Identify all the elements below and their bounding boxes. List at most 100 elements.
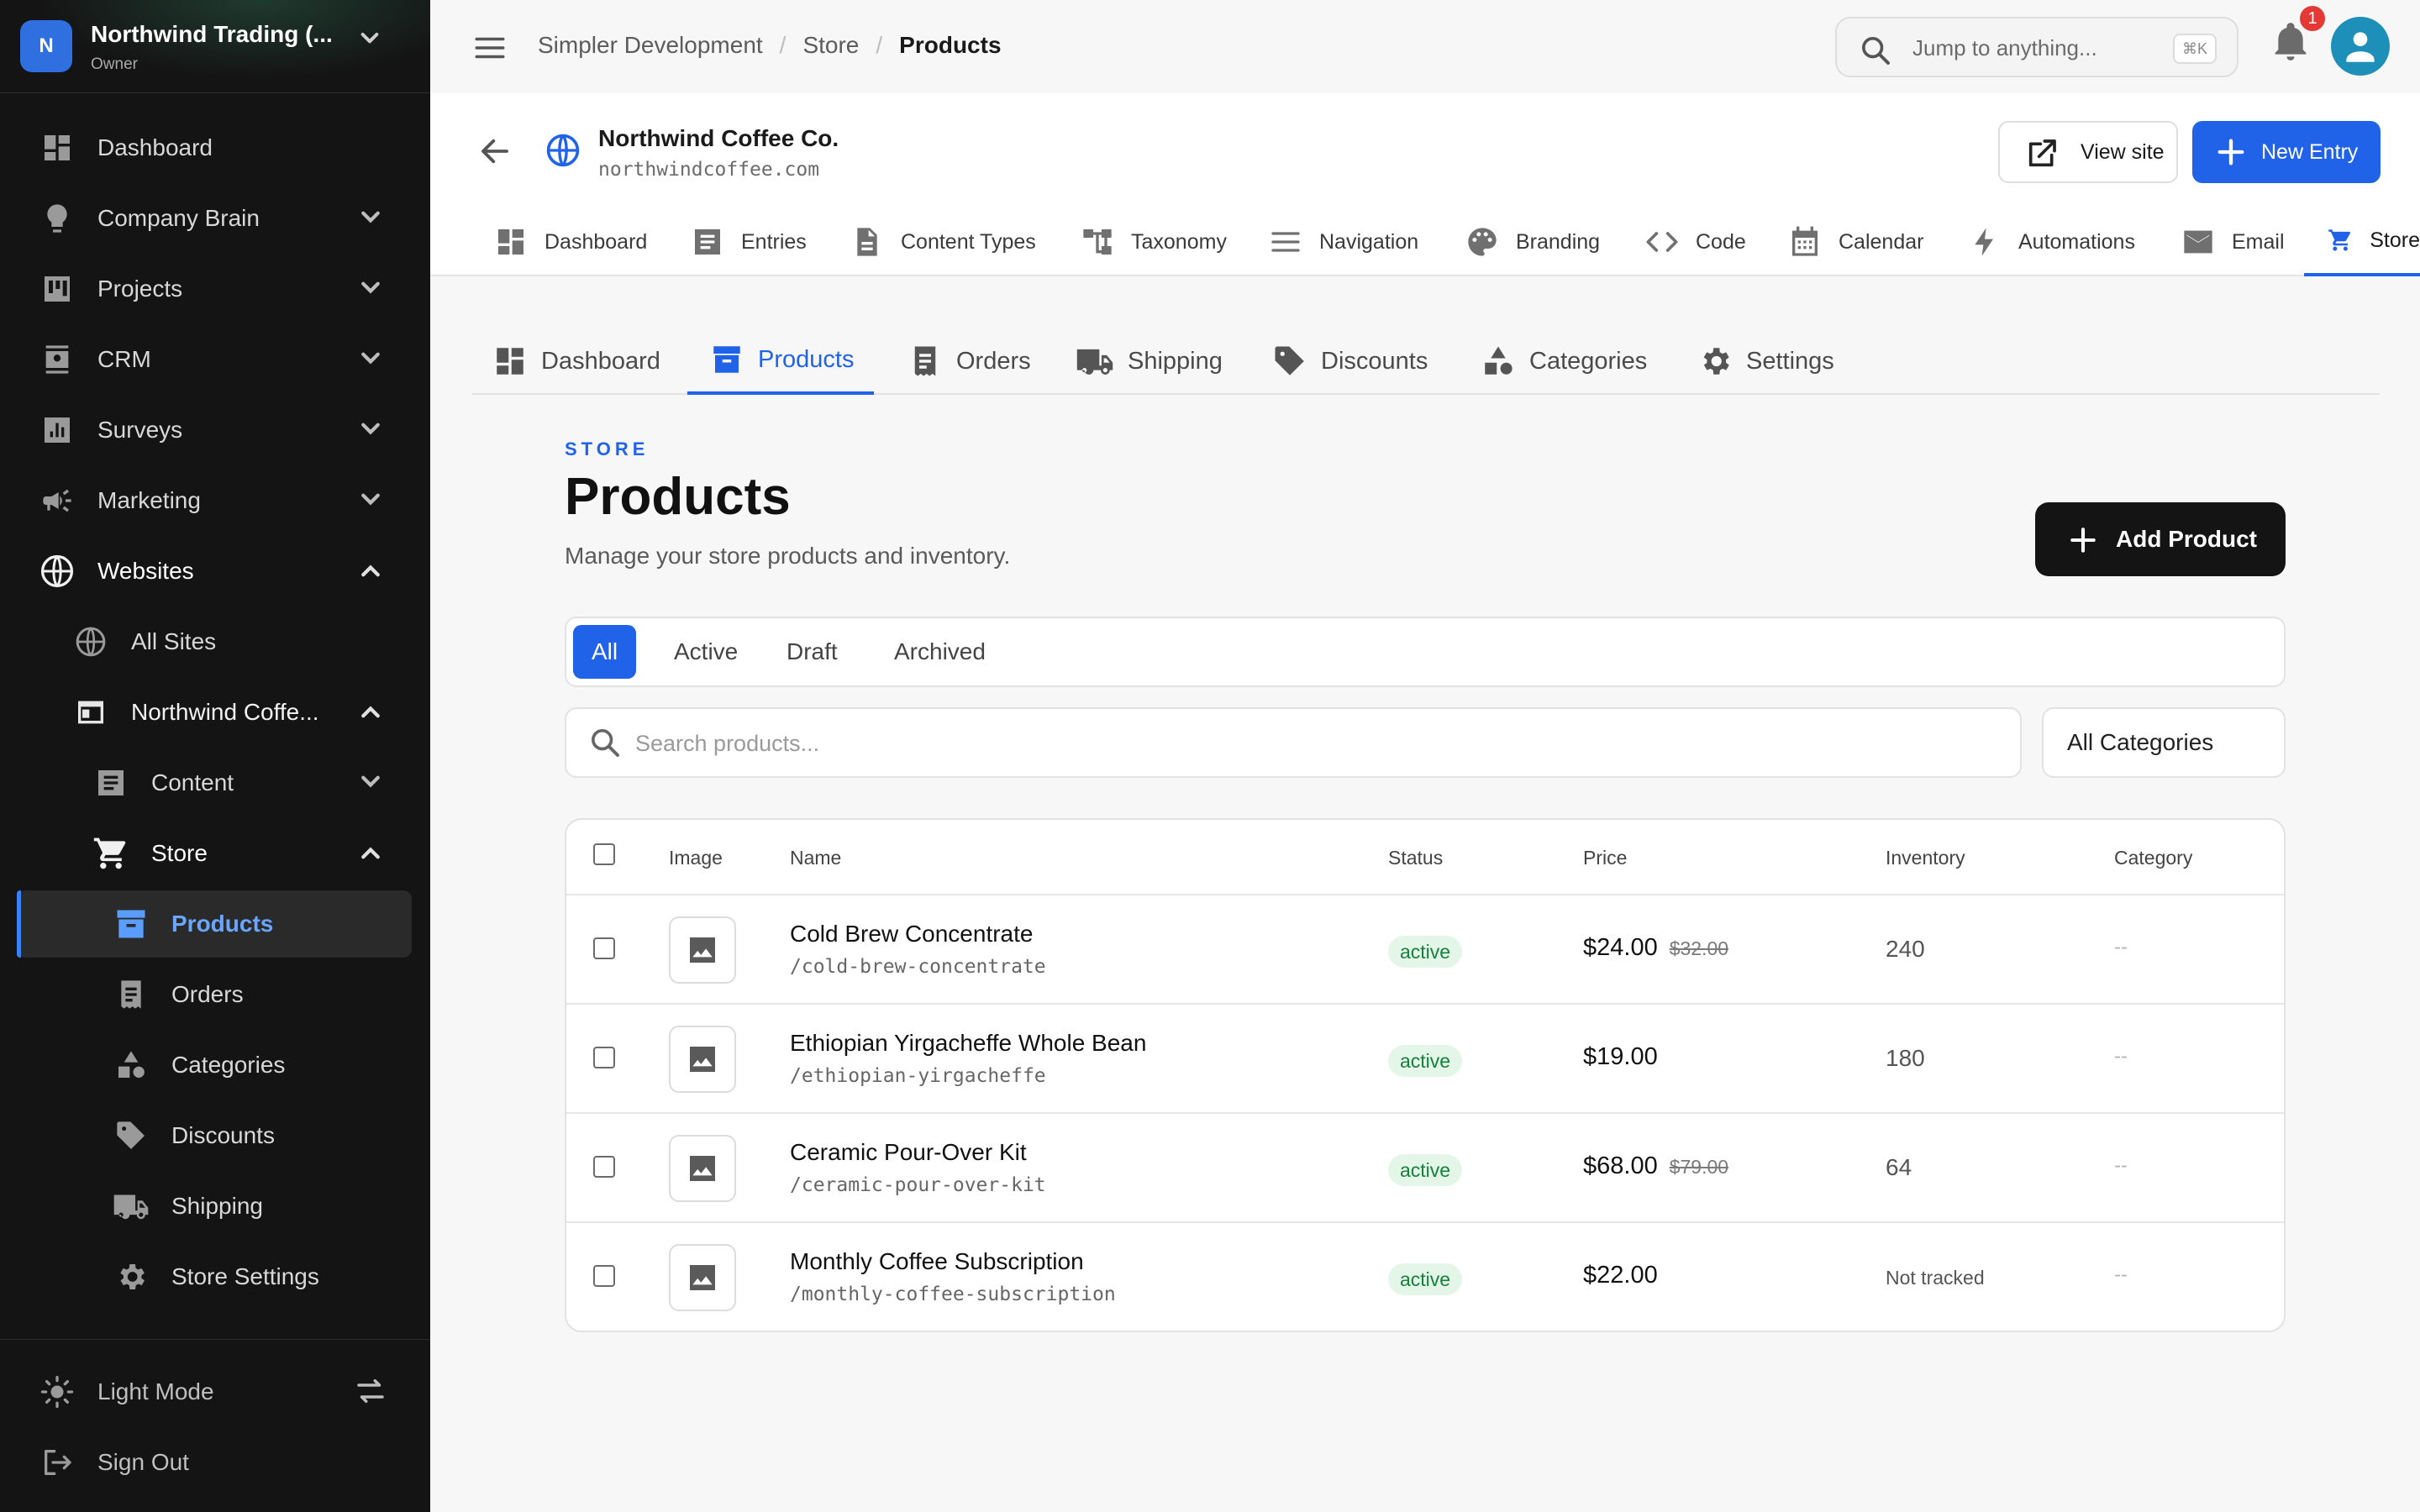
sidebar-item-products[interactable]: Products (17, 890, 412, 958)
site-tab-dashboard[interactable]: Dashboard (494, 207, 647, 276)
table-row[interactable]: Cold Brew Concentrate /cold-brew-concent… (566, 894, 2284, 1003)
store-tab-label: Products (758, 345, 855, 373)
site-tab-store[interactable]: Store (2304, 207, 2420, 276)
store-tab-discounts[interactable]: Discounts (1272, 328, 1428, 395)
site-tab-content-types[interactable]: Content Types (850, 207, 1036, 276)
product-price: $19.00 (1583, 1043, 1670, 1071)
global-search[interactable]: Jump to anything... ⌘K (1835, 17, 2238, 77)
store-tab-categories[interactable]: Categories (1481, 328, 1647, 395)
site-tab-automations[interactable]: Automations (1968, 207, 2135, 276)
category-filter-select[interactable]: All Categories (2042, 707, 2286, 778)
hamburger-menu-icon[interactable] (472, 30, 508, 66)
site-tab-navigation[interactable]: Navigation (1269, 207, 1418, 276)
shapes-icon (1485, 346, 1512, 375)
poll-icon (39, 412, 76, 449)
site-tab-branding[interactable]: Branding (1465, 207, 1600, 276)
column-header-inventory[interactable]: Inventory (1886, 847, 1965, 869)
image-icon (690, 1156, 715, 1181)
column-header-category[interactable]: Category (2114, 847, 2192, 869)
row-checkbox[interactable] (593, 1156, 615, 1178)
sidebar-item-websites[interactable]: Websites (0, 544, 430, 598)
sidebar-item-store-settings[interactable]: Store Settings (0, 1250, 430, 1304)
product-name[interactable]: Ceramic Pour-Over Kit (790, 1139, 1027, 1166)
column-header-status[interactable]: Status (1388, 847, 1443, 869)
sidebar-item-categories[interactable]: Categories (0, 1038, 430, 1092)
product-name[interactable]: Cold Brew Concentrate (790, 921, 1033, 948)
sidebar-item-shipping[interactable]: Shipping (0, 1179, 430, 1233)
store-tab-products[interactable]: Products (687, 328, 875, 395)
store-tab-shipping[interactable]: Shipping (1076, 328, 1223, 395)
sidebar-item-all-sites[interactable]: All Sites (0, 615, 430, 669)
select-all-checkbox[interactable] (593, 843, 615, 865)
filter-draft[interactable]: Draft (768, 625, 856, 679)
sidebar-item-discounts[interactable]: Discounts (0, 1109, 430, 1163)
sidebar-item-surveys[interactable]: Surveys (0, 403, 430, 457)
row-checkbox[interactable] (593, 1265, 615, 1287)
inventory-count: Not tracked (1886, 1267, 1985, 1289)
chevron-down-icon (361, 493, 380, 506)
row-checkbox[interactable] (593, 937, 615, 959)
user-avatar[interactable] (2331, 17, 2390, 76)
product-thumbnail (669, 916, 736, 984)
inventory-count: 180 (1886, 1045, 1925, 1071)
sidebar-item-label: Websites (97, 558, 194, 584)
site-header: Northwind Coffee Co. northwindcoffee.com… (430, 93, 2420, 276)
swap-icon (357, 1379, 384, 1403)
sidebar-item-site-northwind[interactable]: Northwind Coffe... (0, 685, 430, 739)
product-search-input[interactable]: Search products... (565, 707, 2022, 778)
store-tab-settings[interactable]: Settings (1697, 328, 1834, 395)
sidebar-item-dashboard[interactable]: Dashboard (0, 121, 430, 175)
sign-out-button[interactable]: Sign Out (0, 1436, 430, 1489)
product-name[interactable]: Ethiopian Yirgacheffe Whole Bean (790, 1030, 1146, 1057)
document-icon (857, 228, 877, 256)
product-name[interactable]: Monthly Coffee Subscription (790, 1248, 1084, 1275)
sidebar-item-orders[interactable]: Orders (0, 968, 430, 1021)
sidebar-item-crm[interactable]: CRM (0, 333, 430, 386)
site-tab-calendar[interactable]: Calendar (1788, 207, 1923, 276)
site-tab-label: Calendar (1839, 229, 1924, 254)
filter-active[interactable]: Active (655, 625, 756, 679)
sidebar-item-company-brain[interactable]: Company Brain (0, 192, 430, 245)
breadcrumb-current: Products (899, 32, 1002, 58)
site-tab-entries[interactable]: Entries (691, 207, 807, 276)
filter-archived[interactable]: Archived (876, 625, 1004, 679)
site-tab-taxonomy[interactable]: Taxonomy (1081, 207, 1227, 276)
site-tab-email[interactable]: Email (2181, 207, 2285, 276)
new-entry-label: New Entry (2261, 139, 2359, 164)
row-checkbox[interactable] (593, 1047, 615, 1068)
table-row[interactable]: Ceramic Pour-Over Kit /ceramic-pour-over… (566, 1112, 2284, 1221)
column-header-name[interactable]: Name (790, 847, 841, 869)
arrow-back-icon[interactable] (477, 134, 513, 169)
breadcrumb-item[interactable]: Store (802, 32, 859, 59)
column-header-price[interactable]: Price (1583, 847, 1627, 869)
chevron-down-icon (361, 423, 380, 435)
product-search-placeholder: Search products... (635, 731, 820, 756)
sidebar-item-label: Discounts (171, 1122, 275, 1148)
store-tab-orders[interactable]: Orders (908, 328, 1031, 395)
inventory-box-icon (113, 906, 150, 942)
sidebar-item-projects[interactable]: Projects (0, 262, 430, 316)
sidebar-item-marketing[interactable]: Marketing (0, 474, 430, 528)
light-mode-toggle[interactable]: Light Mode (0, 1365, 430, 1419)
breadcrumb-item[interactable]: Simpler Development (538, 32, 763, 59)
site-tab-label: Taxonomy (1131, 229, 1227, 254)
sidebar-item-label: Projects (97, 276, 183, 302)
product-category: -- (2114, 1263, 2128, 1286)
image-icon (690, 1047, 715, 1072)
truck-icon (113, 1188, 150, 1225)
add-product-button[interactable]: Add Product (2035, 502, 2286, 576)
new-entry-button[interactable]: New Entry (2192, 121, 2381, 183)
sidebar-footer: Light Mode Sign Out (0, 1339, 430, 1512)
store-tab-label: Shipping (1128, 347, 1223, 375)
dashboard-icon (39, 129, 76, 166)
site-tab-code[interactable]: Code (1645, 207, 1746, 276)
org-switcher[interactable]: N Northwind Trading (... Owner (0, 0, 430, 93)
filter-all[interactable]: All (573, 625, 637, 679)
store-tab-dashboard[interactable]: Dashboard (492, 328, 674, 395)
status-badge: active (1388, 1045, 1463, 1077)
table-row[interactable]: Monthly Coffee Subscription /monthly-cof… (566, 1221, 2284, 1331)
table-row[interactable]: Ethiopian Yirgacheffe Whole Bean /ethiop… (566, 1003, 2284, 1112)
sidebar-item-content[interactable]: Content (0, 756, 430, 810)
view-site-button[interactable]: View site (1998, 121, 2178, 183)
sidebar-item-store[interactable]: Store (0, 827, 430, 880)
